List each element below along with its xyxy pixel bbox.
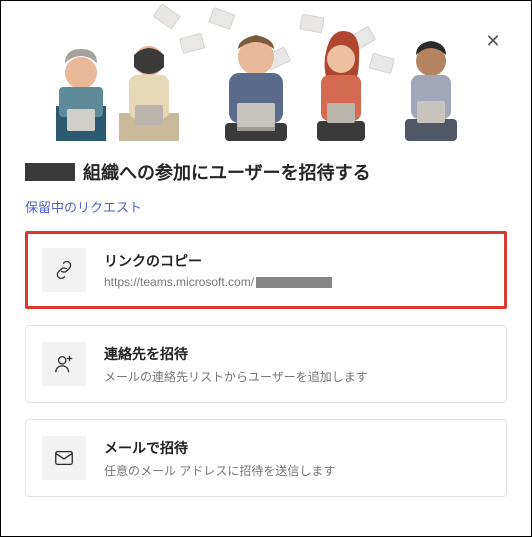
invite-dialog: ✕ 組織への参加にユーザーを招待する 保留中のリクエスト リンクのコピー htt… bbox=[0, 0, 532, 537]
card-invite-email-title: メールで招待 bbox=[104, 438, 490, 458]
org-name-redacted bbox=[25, 163, 75, 181]
card-copy-link-title: リンクのコピー bbox=[104, 251, 490, 271]
dialog-content: 組織への参加にユーザーを招待する 保留中のリクエスト リンクのコピー https… bbox=[1, 141, 531, 537]
card-invite-email[interactable]: メールで招待 任意のメール アドレスに招待を送信します bbox=[25, 419, 507, 497]
close-button[interactable]: ✕ bbox=[481, 29, 505, 53]
card-copy-link[interactable]: リンクのコピー https://teams.microsoft.com/ bbox=[25, 231, 507, 309]
link-icon bbox=[42, 248, 86, 292]
card-copy-link-url: https://teams.microsoft.com/ bbox=[104, 275, 490, 289]
card-invite-email-subtitle: 任意のメール アドレスに招待を送信します bbox=[104, 462, 490, 479]
hero-illustration bbox=[1, 1, 531, 141]
pending-requests-link[interactable]: 保留中のリクエスト bbox=[25, 197, 142, 216]
card-invite-contacts-subtitle: メールの連絡先リストからユーザーを追加します bbox=[104, 368, 490, 385]
url-redacted bbox=[256, 277, 332, 288]
card-invite-contacts[interactable]: 連絡先を招待 メールの連絡先リストからユーザーを追加します bbox=[25, 325, 507, 403]
dialog-title: 組織への参加にユーザーを招待する bbox=[83, 159, 371, 185]
url-prefix: https://teams.microsoft.com/ bbox=[104, 275, 254, 289]
add-contact-icon bbox=[42, 342, 86, 386]
mail-icon bbox=[42, 436, 86, 480]
card-invite-contacts-title: 連絡先を招待 bbox=[104, 344, 490, 364]
